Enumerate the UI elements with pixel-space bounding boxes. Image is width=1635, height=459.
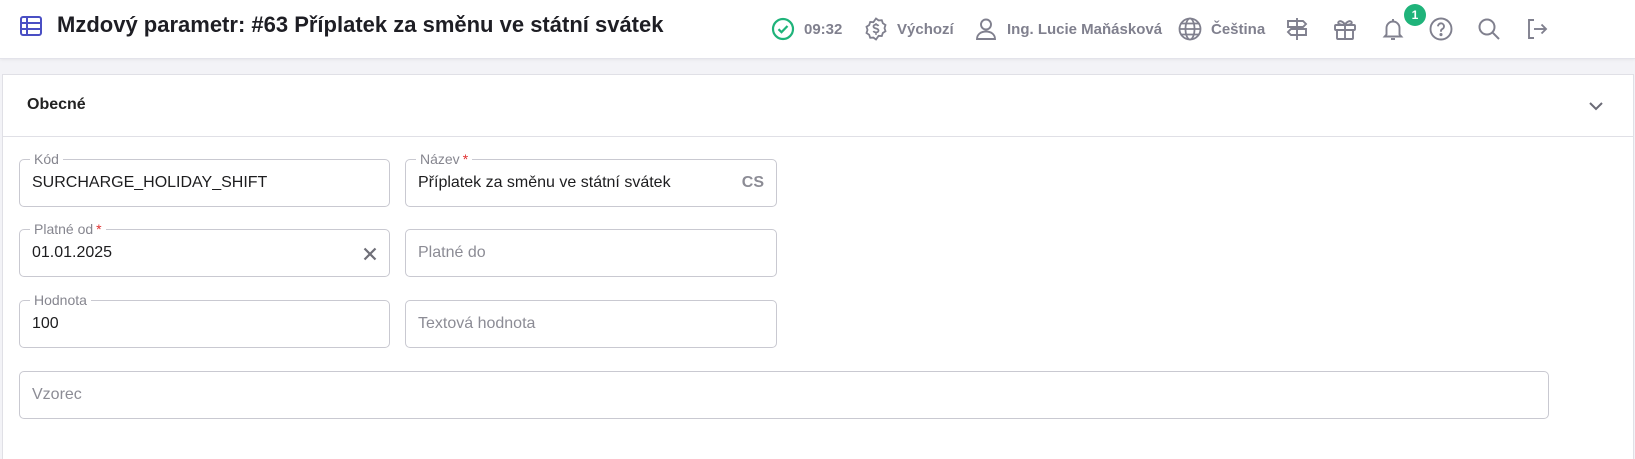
section-title: Obecné xyxy=(27,96,86,113)
table-icon xyxy=(20,16,42,36)
search-icon xyxy=(1478,18,1500,40)
chevron-down-icon[interactable] xyxy=(1585,95,1607,117)
name-value[interactable]: Příplatek za směnu ve státní svátek xyxy=(418,174,671,192)
name-label: Název * xyxy=(416,150,473,168)
language-code-button[interactable]: CS xyxy=(742,174,764,192)
text-value-placeholder: Textová hodnota xyxy=(418,315,536,332)
signpost-button[interactable] xyxy=(1284,0,1310,58)
required-mark: * xyxy=(96,221,102,237)
required-mark: * xyxy=(462,151,469,167)
notifications-button[interactable] xyxy=(1380,0,1406,58)
page-title: Mzdový parametr: #63 Příplatek za směnu … xyxy=(57,12,664,37)
value-label: Hodnota xyxy=(30,291,91,309)
search-button[interactable] xyxy=(1476,0,1502,58)
status-time: 09:32 xyxy=(770,0,842,58)
language-label: Čeština xyxy=(1211,20,1266,38)
code-value[interactable]: SURCHARGE_HOLIDAY_SHIFT xyxy=(32,174,267,192)
value-field[interactable]: Hodnota 100 xyxy=(19,291,390,348)
clear-icon[interactable] xyxy=(361,245,379,263)
check-circle-icon xyxy=(771,17,795,41)
gift-button[interactable] xyxy=(1332,0,1358,58)
currency-selector[interactable]: Výchozí xyxy=(863,0,954,58)
valid-from-label: Platné od * xyxy=(30,220,106,238)
valid-from-field[interactable]: Platné od * 01.01.2025 xyxy=(19,220,390,277)
valid-to-field[interactable]: Platné do xyxy=(405,229,777,277)
dollar-badge-icon xyxy=(865,17,887,41)
language-selector[interactable]: Čeština xyxy=(1177,0,1265,58)
name-field[interactable]: Název * Příplatek za směnu ve státní svát… xyxy=(405,150,777,207)
signpost-icon xyxy=(1286,18,1308,40)
code-field[interactable]: Kód SURCHARGE_HOLIDAY_SHIFT xyxy=(19,150,390,207)
user-menu[interactable]: Ing. Lucie Maňásková xyxy=(973,0,1162,58)
user-icon xyxy=(976,18,996,40)
formula-placeholder: Vzorec xyxy=(32,386,82,403)
valid-from-value[interactable]: 01.01.2025 xyxy=(32,244,112,262)
formula-field[interactable]: Vzorec xyxy=(19,371,1549,419)
globe-icon xyxy=(1178,17,1202,41)
clock-time: 09:32 xyxy=(804,20,843,38)
gift-badge: 1 xyxy=(1404,4,1426,26)
bell-icon xyxy=(1382,19,1404,40)
currency-label: Výchozí xyxy=(897,20,954,38)
code-label: Kód xyxy=(30,150,63,168)
value-value[interactable]: 100 xyxy=(32,315,59,333)
gift-icon xyxy=(1334,20,1356,40)
section-header[interactable]: Obecné xyxy=(3,75,1633,137)
user-name: Ing. Lucie Maňásková xyxy=(1007,20,1163,38)
logout-button[interactable] xyxy=(1524,0,1550,58)
text-value-field[interactable]: Textová hodnota xyxy=(405,300,777,348)
top-bar: Mzdový parametr: #63 Příplatek za směnu … xyxy=(0,0,1635,59)
logout-icon xyxy=(1528,19,1548,39)
help-button[interactable] xyxy=(1428,0,1454,58)
help-icon xyxy=(1429,17,1453,41)
valid-to-placeholder: Platné do xyxy=(418,244,486,261)
